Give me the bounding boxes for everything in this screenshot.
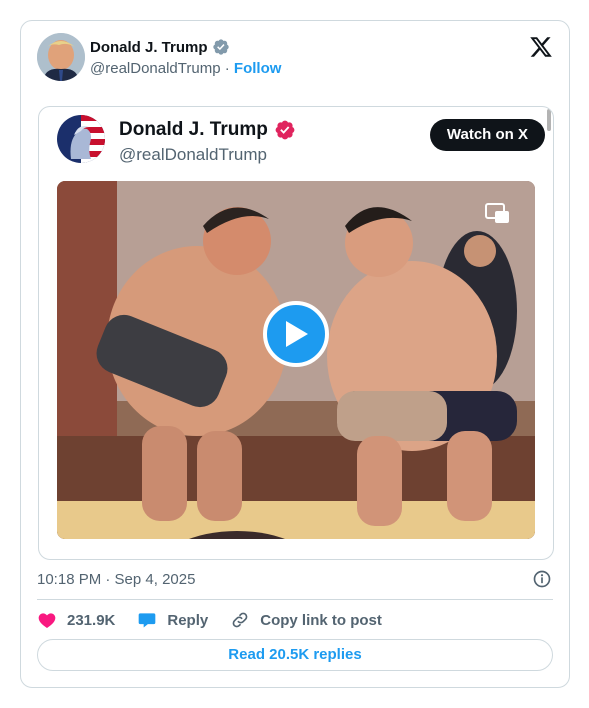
heart-icon [38, 613, 56, 628]
play-button[interactable] [263, 301, 329, 367]
reply-bubble-icon [139, 613, 156, 628]
copy-link-label: Copy link to post [260, 611, 382, 629]
verified-badge-red-icon [275, 120, 295, 140]
author-handle-row: @realDonaldTrump · Follow [90, 60, 281, 77]
author-avatar[interactable] [37, 33, 85, 81]
author-display-name[interactable]: Donald J. Trump [90, 39, 208, 56]
divider [37, 599, 553, 600]
embedded-author-avatar[interactable] [57, 115, 105, 163]
post-timestamp[interactable]: 10:18 PM · Sep 4, 2025 [37, 571, 195, 588]
x-logo-icon[interactable] [529, 35, 553, 59]
info-icon[interactable] [532, 569, 552, 589]
reply-label: Reply [167, 611, 209, 629]
picture-in-picture-icon[interactable] [485, 203, 511, 225]
watch-on-x-button[interactable]: Watch on X [429, 119, 545, 151]
handle-separator: · [224, 60, 230, 77]
embedded-name-row: Donald J. Trump [119, 119, 296, 141]
reply-button[interactable]: Reply [137, 610, 208, 630]
embedded-post[interactable]: Donald J. Trump @realDonaldTrump Watch o… [38, 106, 554, 560]
like-button[interactable]: 231.9K [37, 610, 115, 630]
tweet-card: Donald J. Trump @realDonaldTrump · Follo… [20, 20, 570, 688]
video-player[interactable] [57, 181, 535, 539]
action-bar: 231.9K Reply Copy link to post [37, 609, 404, 631]
link-icon [232, 612, 248, 628]
copy-link-button[interactable]: Copy link to post [230, 610, 382, 630]
embedded-avatar-image [57, 115, 105, 163]
verified-badge-icon [212, 39, 229, 55]
follow-button[interactable]: Follow [234, 60, 282, 77]
embedded-handle[interactable]: @realDonaldTrump [119, 145, 267, 165]
like-count: 231.9K [67, 611, 116, 629]
read-replies-button[interactable]: Read 20.5K replies [37, 639, 553, 671]
author-avatar-image [37, 33, 85, 81]
embedded-display-name[interactable]: Donald J. Trump [119, 119, 268, 141]
author-name-row: Donald J. Trump [90, 38, 230, 56]
embed-scrollbar[interactable] [547, 109, 551, 131]
author-handle[interactable]: @realDonaldTrump [90, 60, 221, 77]
play-icon [286, 321, 308, 347]
